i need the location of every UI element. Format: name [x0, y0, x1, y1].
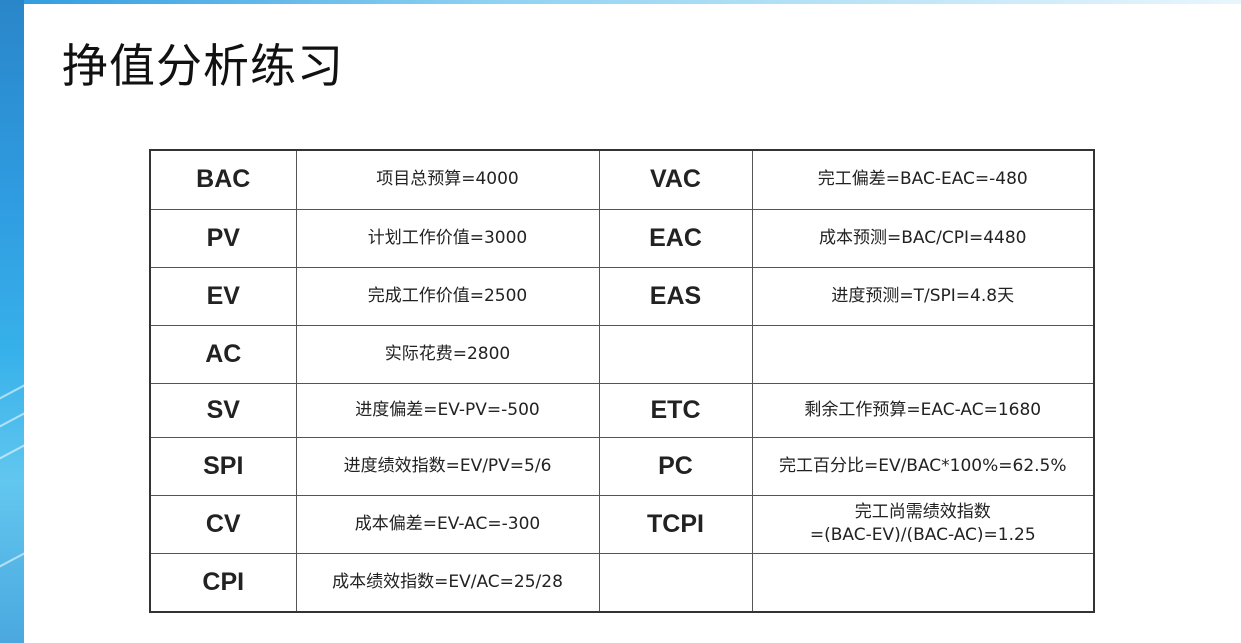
term-abbreviation: EAC: [598, 208, 753, 268]
table-row: CV 成本偏差=EV-AC=-300 TCPI 完工尚需绩效指数 =(BAC-E…: [149, 494, 1095, 554]
term-definition: 进度偏差=EV-PV=-500: [295, 382, 600, 438]
decor-streak: [0, 550, 24, 572]
term-definition: 剩余工作预算=EAC-AC=1680: [751, 382, 1095, 438]
term-definition-line: 完工尚需绩效指数: [854, 502, 991, 522]
earned-value-table: BAC 项目总预算=4000 VAC 完工偏差=BAC-EAC=-480 PV …: [149, 149, 1095, 613]
empty-cell: [598, 324, 753, 384]
term-definition-line: =(BAC-EV)/(BAC-AC)=1.25: [809, 525, 1036, 545]
term-abbreviation: VAC: [598, 149, 753, 210]
decor-streak: [0, 442, 24, 464]
table-row: SV 进度偏差=EV-PV=-500 ETC 剩余工作预算=EAC-AC=168…: [149, 382, 1095, 438]
term-definition: 进度预测=T/SPI=4.8天: [751, 266, 1095, 326]
term-definition: 成本绩效指数=EV/AC=25/28: [295, 552, 600, 613]
term-definition: 计划工作价值=3000: [295, 208, 600, 268]
table-row: PV 计划工作价值=3000 EAC 成本预测=BAC/CPI=4480: [149, 208, 1095, 268]
term-definition: 实际花费=2800: [295, 324, 600, 384]
table-row: CPI 成本绩效指数=EV/AC=25/28: [149, 552, 1095, 613]
term-abbreviation: AC: [149, 324, 297, 384]
term-abbreviation: PC: [598, 436, 753, 496]
term-abbreviation: SV: [149, 382, 297, 438]
term-abbreviation: BAC: [149, 149, 297, 210]
term-abbreviation: ETC: [598, 382, 753, 438]
term-definition: 成本预测=BAC/CPI=4480: [751, 208, 1095, 268]
slide: 挣值分析练习 BAC 项目总预算=4000 VAC 完工偏差=BAC-EAC=-…: [0, 0, 1241, 643]
term-definition: 完工百分比=EV/BAC*100%=62.5%: [751, 436, 1095, 496]
term-definition: 完工尚需绩效指数 =(BAC-EV)/(BAC-AC)=1.25: [751, 494, 1095, 554]
decor-streak: [0, 382, 24, 404]
term-abbreviation: SPI: [149, 436, 297, 496]
empty-cell: [751, 552, 1095, 613]
table-row: BAC 项目总预算=4000 VAC 完工偏差=BAC-EAC=-480: [149, 149, 1095, 210]
term-definition: 成本偏差=EV-AC=-300: [295, 494, 600, 554]
term-definition: 完工偏差=BAC-EAC=-480: [751, 149, 1095, 210]
term-abbreviation: TCPI: [598, 494, 753, 554]
term-definition: 完成工作价值=2500: [295, 266, 600, 326]
table-row: SPI 进度绩效指数=EV/PV=5/6 PC 完工百分比=EV/BAC*100…: [149, 436, 1095, 496]
term-definition: 进度绩效指数=EV/PV=5/6: [295, 436, 600, 496]
left-accent-strip: [0, 0, 24, 643]
empty-cell: [598, 552, 753, 613]
term-abbreviation: PV: [149, 208, 297, 268]
table-row: AC 实际花费=2800: [149, 324, 1095, 384]
term-abbreviation: CV: [149, 494, 297, 554]
term-abbreviation: EAS: [598, 266, 753, 326]
table-row: EV 完成工作价值=2500 EAS 进度预测=T/SPI=4.8天: [149, 266, 1095, 326]
term-abbreviation: EV: [149, 266, 297, 326]
term-abbreviation: CPI: [149, 552, 297, 613]
page-title: 挣值分析练习: [62, 39, 344, 93]
empty-cell: [751, 324, 1095, 384]
decor-streak: [0, 410, 24, 432]
term-definition: 项目总预算=4000: [295, 149, 600, 210]
